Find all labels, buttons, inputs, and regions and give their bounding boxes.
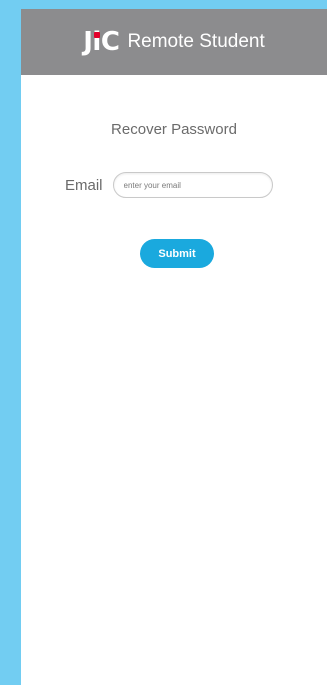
app-header: J i C Remote Student	[21, 9, 327, 75]
app-panel: J i C Remote Student Recover Password Em…	[21, 9, 327, 685]
email-row: Email	[65, 172, 273, 198]
submit-button[interactable]: Submit	[140, 239, 214, 268]
logo-letter-j: J	[83, 27, 93, 57]
jic-logo: J i C	[83, 27, 120, 57]
email-label: Email	[65, 176, 103, 194]
email-input[interactable]	[112, 172, 273, 198]
logo-letter-i: i	[92, 27, 101, 57]
page-title: Recover Password	[111, 121, 237, 138]
logo-red-dot	[93, 32, 100, 38]
app-title: Remote Student	[127, 31, 265, 52]
logo-letter-c: C	[100, 27, 120, 57]
